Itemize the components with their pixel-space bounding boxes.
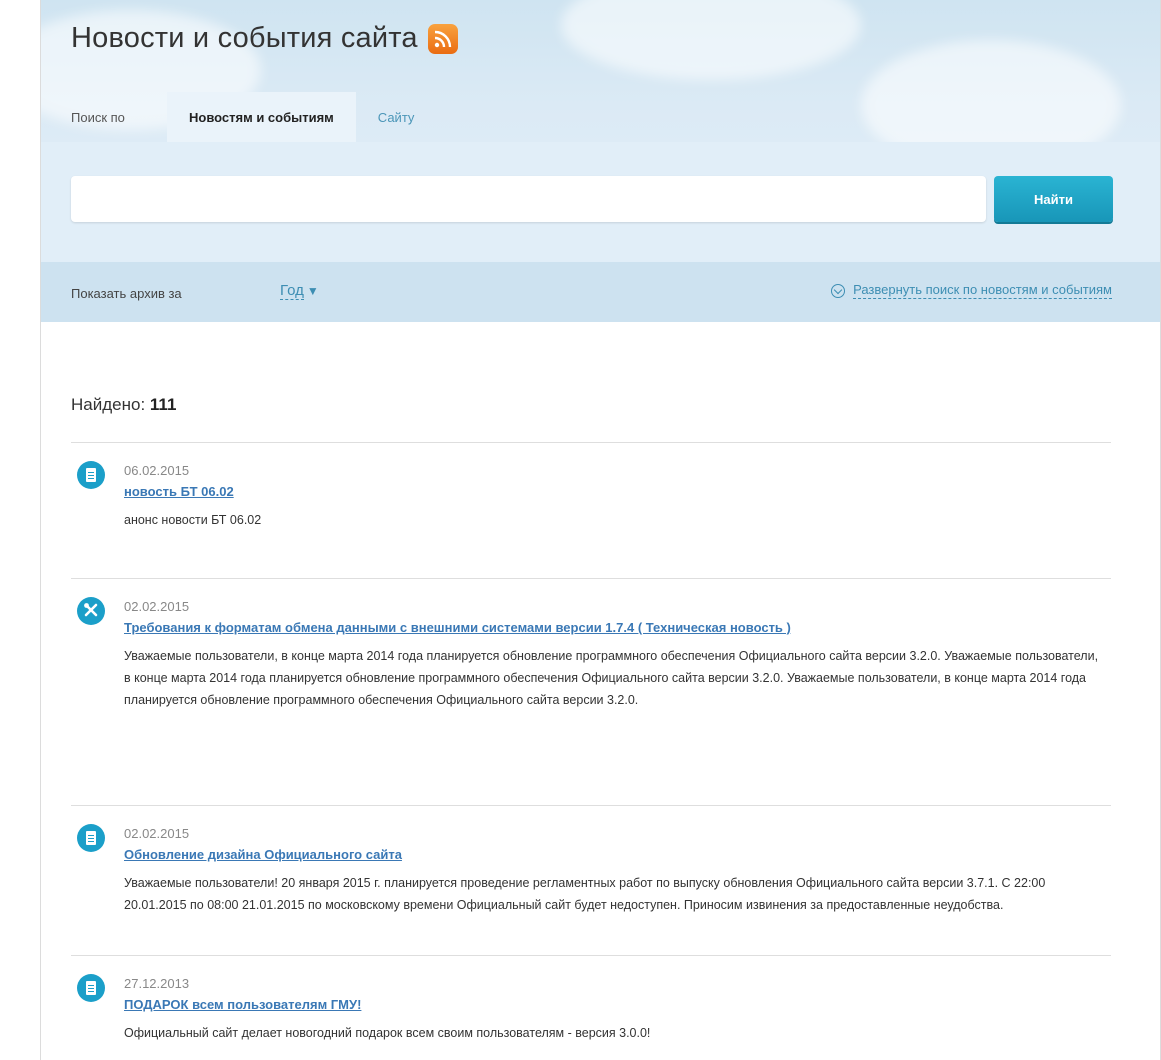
tab-news-and-events[interactable]: Новостям и событиям <box>167 92 356 142</box>
expand-search-link[interactable]: Развернуть поиск по новостям и событиям <box>831 282 1112 299</box>
rss-icon[interactable] <box>427 23 458 54</box>
found-count: 111 <box>149 395 177 414</box>
news-date: 02.02.2015 <box>124 826 190 841</box>
tab-site[interactable]: Сайту <box>356 92 437 142</box>
news-title-link[interactable]: Обновление дизайна Официального сайта <box>124 847 402 862</box>
archive-label: Показать архив за <box>71 286 182 301</box>
news-item: 27.12.2013 ПОДАРОК всем пользователям ГМ… <box>71 955 1111 1060</box>
search-button[interactable]: Найти <box>994 176 1113 222</box>
news-summary: Официальный сайт делает новогодний подар… <box>124 1026 651 1040</box>
search-panel: Найти <box>41 142 1160 262</box>
news-summary: анонс новости БТ 06.02 <box>124 513 262 527</box>
news-item: 06.02.2015 новость БТ 06.02 анонс новост… <box>71 442 1111 578</box>
chevron-down-circle-icon <box>831 283 846 298</box>
expand-search-label: Развернуть поиск по новостям и событиям <box>853 282 1112 299</box>
news-summary: Уважаемые пользователи, в конце марта 20… <box>124 649 1099 707</box>
document-icon <box>77 974 105 1002</box>
news-item: 02.02.2015 Обновление дизайна Официально… <box>71 805 1111 955</box>
document-icon <box>77 461 105 489</box>
news-date: 27.12.2013 <box>124 976 190 991</box>
found-label: Найдено: <box>71 395 146 414</box>
header-banner: Новости и события сайта Поиск по Новостя… <box>41 0 1160 262</box>
page-frame: Новости и события сайта Поиск по Новостя… <box>40 0 1161 1060</box>
period-value: Год <box>280 282 304 300</box>
document-icon <box>77 824 105 852</box>
news-date: 06.02.2015 <box>124 463 190 478</box>
news-summary: Уважаемые пользователи! 20 января 2015 г… <box>124 876 1046 912</box>
page-header: Новости и события сайта <box>71 22 458 55</box>
period-dropdown[interactable]: Год ▼ <box>280 282 319 300</box>
search-input[interactable] <box>71 176 986 222</box>
tools-icon <box>77 597 105 625</box>
news-title-link[interactable]: ПОДАРОК всем пользователям ГМУ! <box>124 997 361 1012</box>
news-item: 02.02.2015 Требования к форматам обмена … <box>71 578 1111 805</box>
search-tabs: Поиск по Новостям и событиям Сайту <box>41 92 436 142</box>
news-title-link[interactable]: новость БТ 06.02 <box>124 484 234 499</box>
filter-bar: Показать архив за Год ▼ Развернуть поиск … <box>41 262 1160 322</box>
tabs-prefix: Поиск по <box>71 109 125 125</box>
results-count: Найдено: 111 <box>71 395 176 415</box>
caret-down-icon: ▼ <box>306 284 319 298</box>
news-date: 02.02.2015 <box>124 599 190 614</box>
news-title-link[interactable]: Требования к форматам обмена данными с в… <box>124 620 791 635</box>
page-title: Новости и события сайта <box>71 22 418 54</box>
